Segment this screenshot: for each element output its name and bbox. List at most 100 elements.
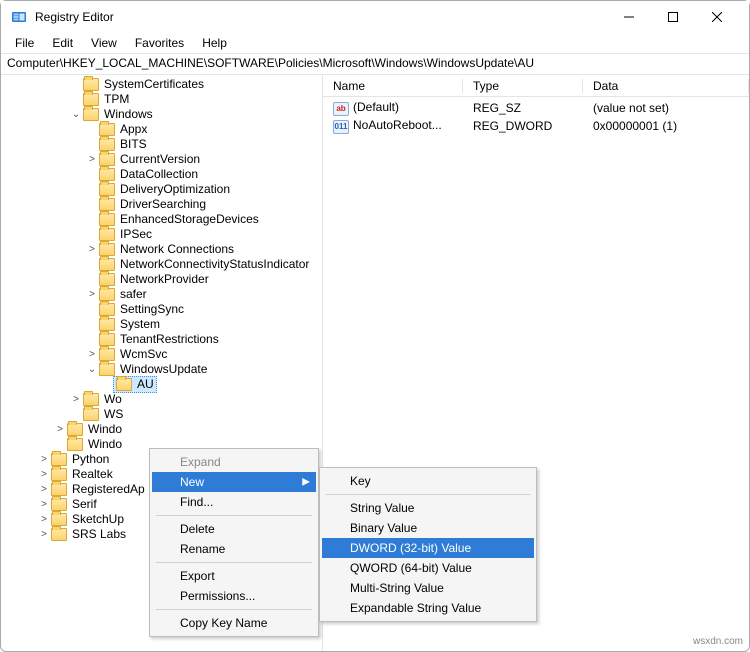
address-bar[interactable]: Computer\HKEY_LOCAL_MACHINE\SOFTWARE\Pol… bbox=[1, 53, 749, 75]
tree-item[interactable]: DeliveryOptimization bbox=[1, 182, 322, 197]
ctx-export[interactable]: Export bbox=[152, 566, 316, 586]
tree-item[interactable]: NetworkProvider bbox=[1, 272, 322, 287]
tree-item-label: Realtek bbox=[71, 467, 113, 482]
close-button[interactable] bbox=[695, 3, 739, 31]
menu-favorites[interactable]: Favorites bbox=[127, 35, 192, 51]
new-binary[interactable]: Binary Value bbox=[322, 518, 534, 538]
maximize-button[interactable] bbox=[651, 3, 695, 31]
tree-item-label: Windo bbox=[87, 422, 122, 437]
tree-item-label: SettingSync bbox=[119, 302, 184, 317]
new-string[interactable]: String Value bbox=[322, 498, 534, 518]
ctx-find[interactable]: Find... bbox=[152, 492, 316, 512]
folder-icon bbox=[99, 123, 115, 136]
value-row[interactable]: 011NoAutoReboot...REG_DWORD0x00000001 (1… bbox=[323, 117, 749, 135]
menu-view[interactable]: View bbox=[83, 35, 125, 51]
tree-expander-icon[interactable]: > bbox=[85, 287, 99, 302]
folder-icon bbox=[99, 288, 115, 301]
value-type: REG_DWORD bbox=[463, 119, 583, 133]
new-qword[interactable]: QWORD (64-bit) Value bbox=[322, 558, 534, 578]
folder-icon bbox=[51, 468, 67, 481]
ctx-delete[interactable]: Delete bbox=[152, 519, 316, 539]
tree-expander-icon[interactable]: > bbox=[85, 347, 99, 362]
new-dword[interactable]: DWORD (32-bit) Value bbox=[322, 538, 534, 558]
folder-icon bbox=[99, 153, 115, 166]
folder-icon bbox=[67, 438, 83, 451]
ctx-new[interactable]: New ▶ bbox=[152, 472, 316, 492]
tree-item[interactable]: > CurrentVersion bbox=[1, 152, 322, 167]
tree-item[interactable]: SystemCertificates bbox=[1, 77, 322, 92]
tree-expander-icon[interactable]: > bbox=[85, 152, 99, 167]
tree-item[interactable]: TPM bbox=[1, 92, 322, 107]
col-type[interactable]: Type bbox=[463, 79, 583, 93]
tree-expander-icon[interactable]: > bbox=[37, 512, 51, 527]
tree-expander-icon[interactable]: > bbox=[53, 422, 67, 437]
titlebar: Registry Editor bbox=[1, 1, 749, 33]
ctx-rename[interactable]: Rename bbox=[152, 539, 316, 559]
tree-item-label: BITS bbox=[119, 137, 147, 152]
tree-item[interactable]: Appx bbox=[1, 122, 322, 137]
tree-item[interactable]: > Windo bbox=[1, 422, 322, 437]
tree-expander-icon[interactable]: > bbox=[37, 527, 51, 542]
context-menu: Expand New ▶ Find... Delete Rename Expor… bbox=[149, 448, 319, 637]
tree-expander-icon[interactable]: > bbox=[85, 242, 99, 257]
ctx-permissions[interactable]: Permissions... bbox=[152, 586, 316, 606]
tree-item-label: Windo bbox=[87, 437, 122, 452]
tree-item[interactable]: >WcmSvc bbox=[1, 347, 322, 362]
tree-item[interactable]: SettingSync bbox=[1, 302, 322, 317]
tree-item[interactable]: DriverSearching bbox=[1, 197, 322, 212]
menu-file[interactable]: File bbox=[7, 35, 42, 51]
folder-icon bbox=[99, 198, 115, 211]
tree-item[interactable]: >Network Connections bbox=[1, 242, 322, 257]
tree-item[interactable]: ⌄ WindowsUpdate bbox=[1, 362, 322, 377]
ctx-sep bbox=[156, 515, 312, 516]
tree-item-label: safer bbox=[119, 287, 147, 302]
tree-expander-icon[interactable]: ⌄ bbox=[69, 107, 83, 122]
folder-icon bbox=[99, 363, 115, 376]
col-data[interactable]: Data bbox=[583, 79, 749, 93]
new-multi-string[interactable]: Multi-String Value bbox=[322, 578, 534, 598]
tree-expander-icon[interactable]: > bbox=[69, 392, 83, 407]
ctx-expand[interactable]: Expand bbox=[152, 452, 316, 472]
tree-item[interactable]: > safer bbox=[1, 287, 322, 302]
value-row[interactable]: ab(Default)REG_SZ(value not set) bbox=[323, 99, 749, 117]
tree-item[interactable]: NetworkConnectivityStatusIndicator bbox=[1, 257, 322, 272]
tree-item-label: CurrentVersion bbox=[119, 152, 200, 167]
tree-expander-icon[interactable]: ⌄ bbox=[85, 362, 99, 377]
new-expandable-string[interactable]: Expandable String Value bbox=[322, 598, 534, 618]
tree-expander-icon[interactable]: > bbox=[37, 482, 51, 497]
folder-icon bbox=[83, 93, 99, 106]
folder-icon bbox=[116, 378, 132, 391]
folder-icon bbox=[99, 138, 115, 151]
tree-item[interactable]: TenantRestrictions bbox=[1, 332, 322, 347]
ctx-copy-key-name[interactable]: Copy Key Name bbox=[152, 613, 316, 633]
minimize-button[interactable] bbox=[607, 3, 651, 31]
tree-item[interactable]: EnhancedStorageDevices bbox=[1, 212, 322, 227]
tree-item[interactable]: DataCollection bbox=[1, 167, 322, 182]
folder-icon bbox=[99, 333, 115, 346]
tree-item-label: WS bbox=[103, 407, 123, 422]
regedit-icon bbox=[11, 9, 27, 25]
tree-item[interactable]: AU bbox=[1, 377, 322, 392]
tree-item-label: WindowsUpdate bbox=[119, 362, 207, 377]
tree-expander-icon[interactable]: > bbox=[37, 497, 51, 512]
tree-item[interactable]: BITS bbox=[1, 137, 322, 152]
tree-expander-icon[interactable]: > bbox=[37, 467, 51, 482]
value-name: NoAutoReboot... bbox=[353, 118, 442, 132]
tree-expander-icon[interactable]: > bbox=[37, 452, 51, 467]
menu-edit[interactable]: Edit bbox=[44, 35, 81, 51]
tree-item-label: System bbox=[119, 317, 160, 332]
tree-item-label: TenantRestrictions bbox=[119, 332, 219, 347]
tree-item[interactable]: System bbox=[1, 317, 322, 332]
new-key[interactable]: Key bbox=[322, 471, 534, 491]
ctx-sep bbox=[326, 494, 530, 495]
col-name[interactable]: Name bbox=[323, 79, 463, 93]
tree-item[interactable]: >Wo bbox=[1, 392, 322, 407]
tree-item[interactable]: IPSec bbox=[1, 227, 322, 242]
menu-help[interactable]: Help bbox=[194, 35, 235, 51]
folder-icon bbox=[51, 498, 67, 511]
tree-item[interactable]: WS bbox=[1, 407, 322, 422]
tree-item[interactable]: ⌄Windows bbox=[1, 107, 322, 122]
watermark: wsxdn.com bbox=[693, 636, 743, 647]
folder-icon bbox=[83, 78, 99, 91]
folder-icon bbox=[99, 258, 115, 271]
